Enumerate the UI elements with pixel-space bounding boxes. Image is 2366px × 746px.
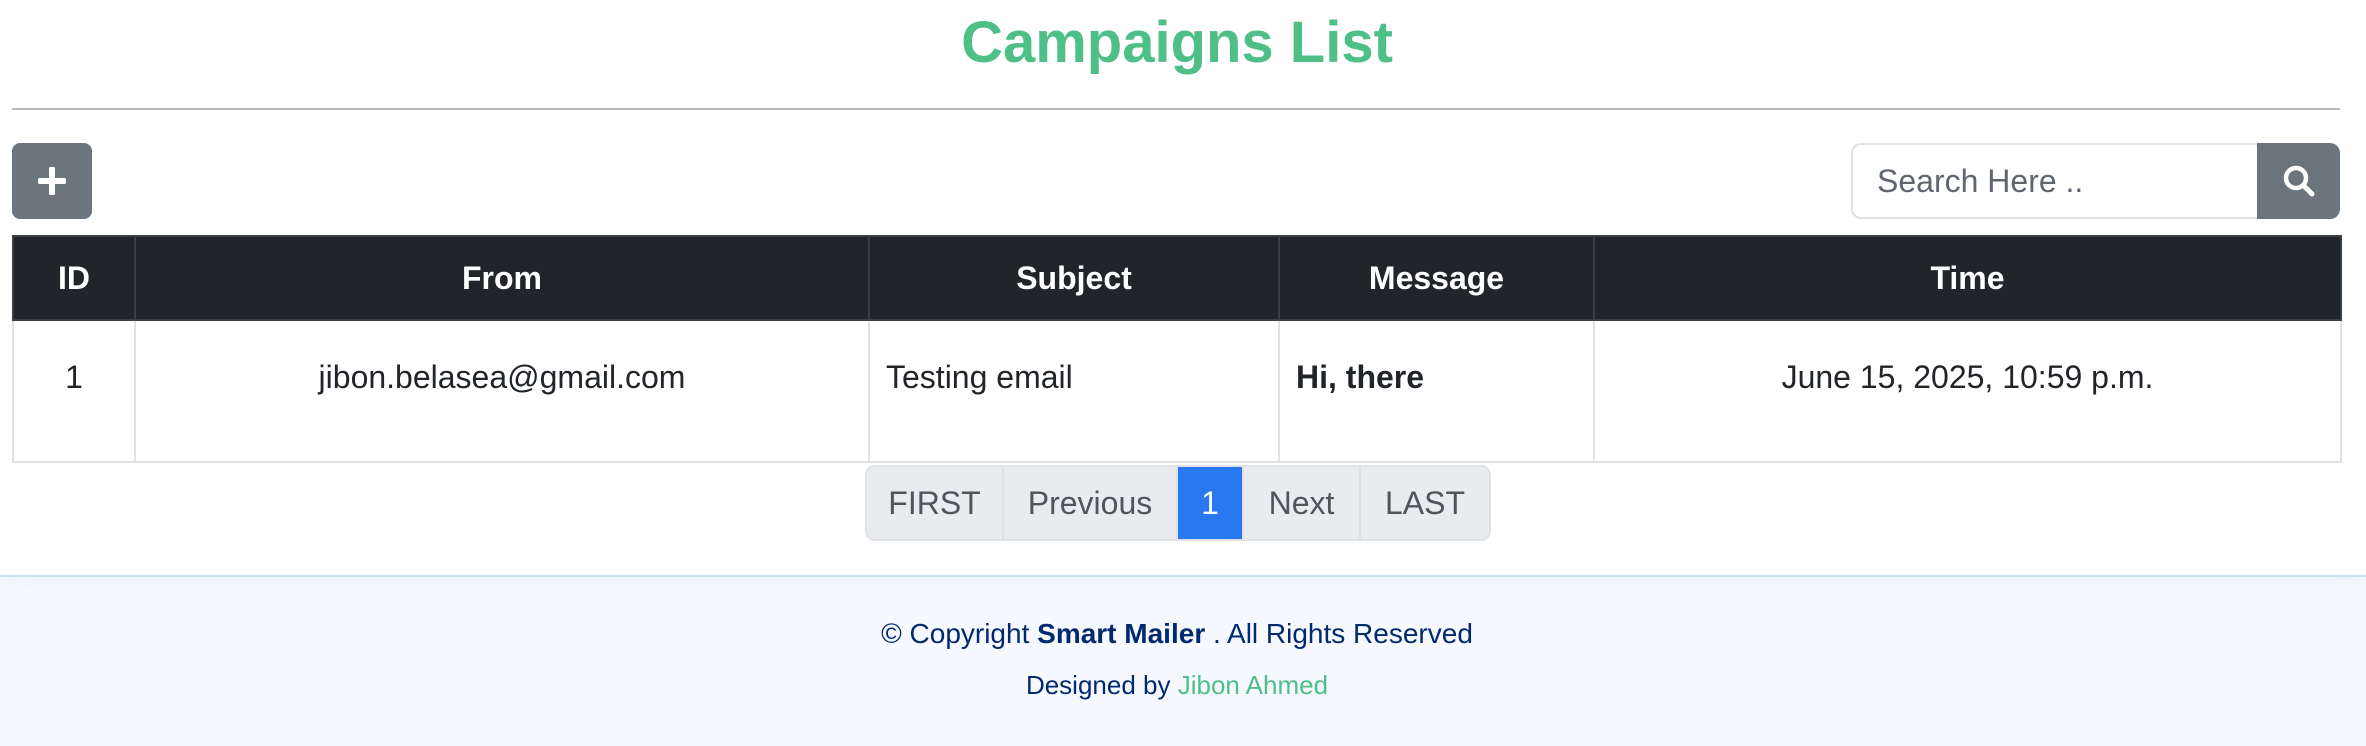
- last-page-button[interactable]: LAST: [1361, 467, 1489, 539]
- search-icon: [2283, 165, 2314, 197]
- search-group: [1851, 143, 2340, 219]
- cell-subject: Testing email: [868, 319, 1280, 463]
- table-row[interactable]: 1 jibon.belasea@gmail.com Testing email …: [12, 319, 2342, 463]
- brand-name: Smart Mailer: [1037, 618, 1206, 649]
- cell-message: Hi, there: [1278, 319, 1595, 463]
- campaigns-table: ID From Subject Message Time 1 jibon.bel…: [12, 235, 2342, 463]
- copyright-suffix: . All Rights Reserved: [1213, 618, 1473, 649]
- designed-by-label: Designed by: [1025, 670, 1171, 700]
- cell-time: June 15, 2025, 10:59 p.m.: [1593, 319, 2342, 463]
- column-header-message: Message: [1278, 235, 1595, 321]
- search-input[interactable]: [1851, 143, 2257, 219]
- copyright-prefix: © Copyright: [881, 618, 1030, 649]
- page-title: Campaigns List: [961, 10, 1393, 75]
- table-header-row: ID From Subject Message Time: [12, 235, 2342, 321]
- current-page-button[interactable]: 1: [1178, 467, 1244, 539]
- author-link[interactable]: Jibon Ahmed: [1178, 670, 1328, 700]
- main-card: Campaigns List Search Here .. ID From Su…: [0, 0, 2366, 575]
- search-button[interactable]: [2257, 143, 2340, 219]
- next-page-button[interactable]: Next: [1244, 467, 1361, 539]
- pagination: FIRST Previous 1 Next LAST: [865, 465, 1491, 541]
- cell-from: jibon.belasea@gmail.com: [134, 319, 870, 463]
- cell-id: 1: [12, 319, 136, 463]
- footer-divider: [0, 575, 2366, 577]
- column-header-from: From: [134, 235, 870, 321]
- first-page-button[interactable]: FIRST: [867, 467, 1004, 539]
- credits-text: Designed by Jibon Ahmed: [0, 670, 2354, 701]
- column-header-time: Time: [1593, 235, 2342, 321]
- column-header-id: ID: [12, 235, 136, 321]
- previous-page-button[interactable]: Previous: [1004, 467, 1178, 539]
- page: Campaigns List Search Here .. ID From Su…: [0, 0, 2366, 746]
- plus-icon: [38, 167, 66, 195]
- column-header-subject: Subject: [868, 235, 1280, 321]
- add-campaign-button[interactable]: [12, 143, 92, 219]
- title-divider: [12, 108, 2340, 110]
- copyright-text: © Copyright Smart Mailer . All Rights Re…: [0, 618, 2354, 650]
